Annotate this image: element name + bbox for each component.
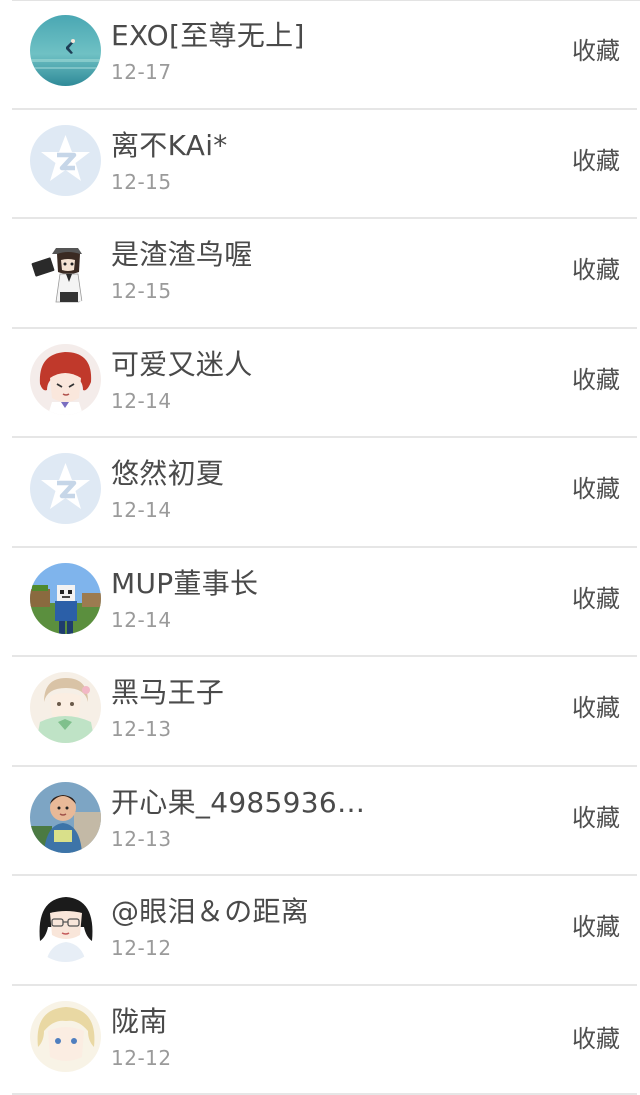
- user-name: MUP董事长: [111, 566, 258, 602]
- list-item[interactable]: MUP董事长 12-14 收藏: [0, 548, 640, 658]
- user-name: 可爱又迷人: [111, 347, 253, 383]
- item-date: 12-14: [111, 497, 172, 523]
- user-name: 是渣渣鸟喔: [111, 237, 253, 273]
- list-item[interactable]: 是渣渣鸟喔 12-15 收藏: [0, 219, 640, 329]
- favorite-button[interactable]: 收藏: [572, 691, 620, 725]
- item-date: 12-12: [111, 1045, 172, 1071]
- qq-default-avatar[interactable]: [30, 453, 101, 524]
- favorite-button[interactable]: 收藏: [572, 582, 620, 616]
- user-name: EXO[至尊无上]: [111, 18, 305, 54]
- favorite-button[interactable]: 收藏: [572, 363, 620, 397]
- ocean-dancer-avatar[interactable]: [30, 15, 101, 86]
- user-name: 离不KAi*: [111, 128, 228, 164]
- favorite-button[interactable]: 收藏: [572, 910, 620, 944]
- anime-character-avatar[interactable]: [30, 234, 101, 305]
- list-item[interactable]: 黑马王子 12-13 收藏: [0, 657, 640, 767]
- redhead-anime-avatar[interactable]: [30, 344, 101, 415]
- favorite-button[interactable]: 收藏: [572, 1022, 620, 1056]
- favorite-button[interactable]: 收藏: [572, 144, 620, 178]
- item-date: 12-17: [111, 59, 172, 85]
- glasses-girl-avatar[interactable]: [30, 891, 101, 962]
- user-name: 黑马王子: [111, 675, 224, 711]
- list-item[interactable]: EXO[至尊无上] 12-17 收藏: [0, 0, 640, 110]
- list-item[interactable]: 可爱又迷人 12-14 收藏: [0, 329, 640, 439]
- item-date: 12-14: [111, 607, 172, 633]
- favorite-button[interactable]: 收藏: [572, 472, 620, 506]
- favorite-button[interactable]: 收藏: [572, 253, 620, 287]
- user-name: 陇南: [111, 1004, 168, 1040]
- favorites-list: EXO[至尊无上] 12-17 收藏 离不KAi* 12-15 收藏: [0, 0, 640, 1095]
- user-name: 悠然初夏: [111, 456, 224, 492]
- list-item[interactable]: 开心果_4985936… 12-13 收藏: [0, 767, 640, 877]
- item-date: 12-13: [111, 716, 172, 742]
- list-item[interactable]: 悠然初夏 12-14 收藏: [0, 438, 640, 548]
- item-date: 12-14: [111, 388, 172, 414]
- favorite-button[interactable]: 收藏: [572, 34, 620, 68]
- item-date: 12-15: [111, 169, 172, 195]
- list-item[interactable]: 陇南 12-12 收藏: [0, 986, 640, 1095]
- item-date: 12-13: [111, 826, 172, 852]
- favorite-button[interactable]: 收藏: [572, 801, 620, 835]
- child-photo-avatar[interactable]: [30, 782, 101, 853]
- qq-default-avatar[interactable]: [30, 125, 101, 196]
- item-date: 12-15: [111, 278, 172, 304]
- anime-girl-green-avatar[interactable]: [30, 672, 101, 743]
- item-date: 12-12: [111, 935, 172, 961]
- user-name: @眼泪＆の距离: [111, 894, 309, 930]
- user-name: 开心果_4985936…: [111, 785, 365, 821]
- minecraft-skin-avatar[interactable]: [30, 563, 101, 634]
- list-item[interactable]: 离不KAi* 12-15 收藏: [0, 110, 640, 220]
- blonde-anime-avatar[interactable]: [30, 1001, 101, 1072]
- list-item[interactable]: @眼泪＆の距离 12-12 收藏: [0, 876, 640, 986]
